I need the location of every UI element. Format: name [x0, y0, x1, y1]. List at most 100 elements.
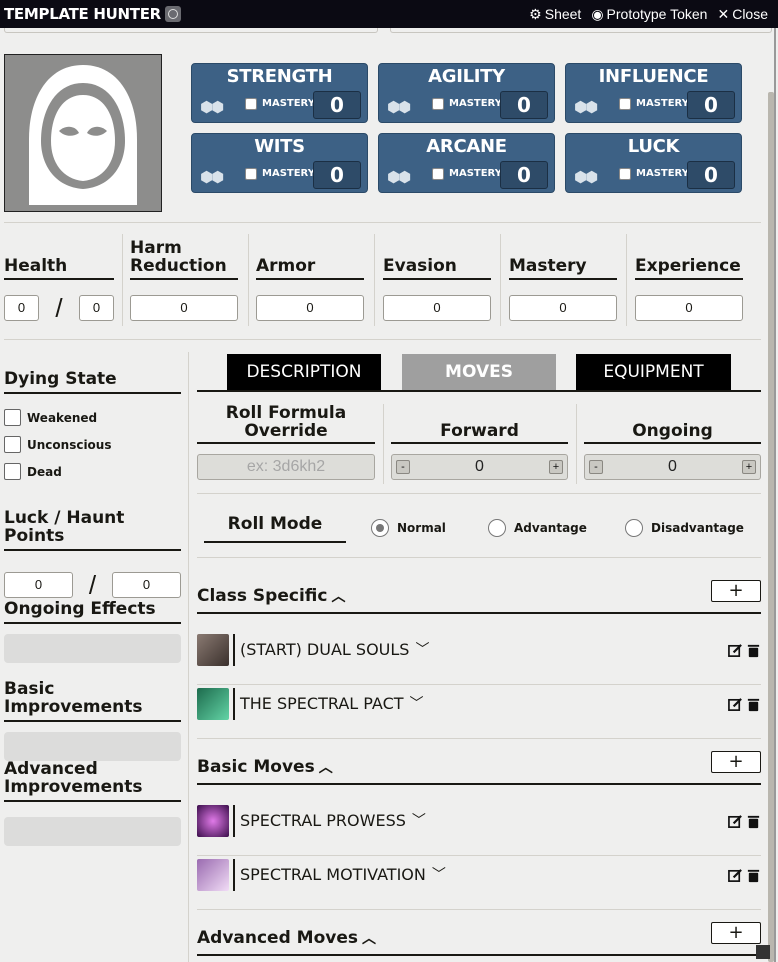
edit-icon[interactable] — [728, 814, 743, 829]
dice-icon[interactable]: ⬢⬢ — [200, 168, 224, 186]
luck-current-input[interactable]: 0 — [4, 572, 73, 598]
class-field-edge[interactable] — [390, 28, 772, 33]
roll-mode-advantage[interactable]: Advantage — [488, 519, 587, 537]
move-item: SPECTRAL MOTIVATION ﹀ — [197, 856, 761, 910]
evasion-input[interactable]: 0 — [383, 295, 491, 321]
luck-max-input[interactable]: 0 — [112, 572, 181, 598]
edit-icon[interactable] — [728, 643, 743, 658]
basic-improvements-field[interactable] — [4, 732, 181, 761]
radio-button[interactable] — [488, 519, 506, 537]
dying-option-weakened[interactable]: Weakened — [4, 404, 181, 431]
forward-increment-button[interactable]: + — [549, 460, 563, 474]
move-actions — [728, 814, 761, 829]
mastery-checkbox[interactable] — [432, 98, 444, 110]
trash-icon[interactable] — [746, 814, 761, 829]
ongoing-decrement-button[interactable]: - — [589, 460, 603, 474]
armor-input[interactable]: 0 — [256, 295, 364, 321]
stat-agility: AGILITY ⬢⬢ MASTERY 0 — [378, 63, 555, 123]
dice-icon[interactable]: ⬢⬢ — [387, 168, 411, 186]
forward-input[interactable]: - 0 + — [391, 454, 568, 480]
stat-value[interactable]: 0 — [687, 161, 735, 189]
gear-icon: ⚙ — [529, 6, 542, 22]
edit-icon[interactable] — [728, 868, 743, 883]
window-titlebar: TEMPLATE HUNTER ⚙ Sheet ◉ Prototype Toke… — [0, 0, 778, 28]
checkbox[interactable] — [4, 409, 21, 426]
dying-option-dead[interactable]: Dead — [4, 458, 181, 485]
section-header[interactable]: Advanced Moves ︿ — [197, 928, 376, 948]
move-name-toggle[interactable]: SPECTRAL MOTIVATION ﹀ — [240, 864, 446, 884]
stat-name[interactable]: LUCK — [566, 136, 741, 157]
stat-value[interactable]: 0 — [500, 91, 548, 119]
move-name-toggle[interactable]: (START) DUAL SOULS ﹀ — [240, 639, 429, 659]
stat-name[interactable]: WITS — [192, 136, 367, 157]
stat-value[interactable]: 0 — [313, 91, 361, 119]
radio-button[interactable] — [625, 519, 643, 537]
ongoing-effects-field[interactable] — [4, 634, 181, 663]
move-item: THE SPECTRAL PACT ﹀ — [197, 685, 761, 739]
dice-icon[interactable]: ⬢⬢ — [574, 168, 598, 186]
checkbox[interactable] — [4, 436, 21, 453]
tab-description[interactable]: DESCRIPTION — [227, 354, 381, 390]
harm-reduction-input[interactable]: 0 — [130, 295, 238, 321]
radio-button[interactable] — [371, 519, 389, 537]
mastery-checkbox[interactable] — [245, 168, 257, 180]
document-id-icon[interactable] — [164, 6, 181, 22]
section-header[interactable]: Class Specific ︿ — [197, 586, 345, 606]
mastery-input[interactable]: 0 — [509, 295, 617, 321]
dying-option-unconscious[interactable]: Unconscious — [4, 431, 181, 458]
character-portrait[interactable] — [4, 54, 162, 212]
stat-name[interactable]: INFLUENCE — [566, 66, 741, 87]
move-thumbnail — [197, 859, 229, 891]
sheet-config-button[interactable]: ⚙ Sheet — [529, 6, 581, 22]
edit-icon[interactable] — [728, 697, 743, 712]
mastery-label: MASTERY — [262, 168, 315, 179]
stat-value[interactable]: 0 — [313, 161, 361, 189]
move-name: THE SPECTRAL PACT — [240, 693, 404, 713]
stat-value[interactable]: 0 — [687, 91, 735, 119]
harm-reduction-label: Harm Reduction — [130, 234, 238, 280]
mastery-checkbox[interactable] — [619, 168, 631, 180]
add-move-button[interactable]: + — [711, 922, 761, 944]
chevron-up-icon: ︿ — [318, 760, 333, 776]
forward-decrement-button[interactable]: - — [396, 460, 410, 474]
experience-input[interactable]: 0 — [635, 295, 743, 321]
close-button[interactable]: ✕ Close — [717, 6, 768, 22]
ongoing-increment-button[interactable]: + — [742, 460, 756, 474]
mastery-checkbox[interactable] — [432, 168, 444, 180]
prototype-token-button[interactable]: ◉ Prototype Token — [591, 6, 707, 22]
ongoing-input[interactable]: - 0 + — [584, 454, 761, 480]
move-name-toggle[interactable]: SPECTRAL PROWESS ﹀ — [240, 810, 426, 830]
chevron-up-icon: ︿ — [362, 931, 377, 947]
stat-name[interactable]: ARCANE — [379, 136, 554, 157]
add-move-button[interactable]: + — [711, 751, 761, 773]
section-header[interactable]: Basic Moves ︿ — [197, 757, 333, 777]
trash-icon[interactable] — [746, 643, 761, 658]
scrollbar[interactable] — [768, 92, 774, 962]
checkbox[interactable] — [4, 463, 21, 480]
mastery-checkbox[interactable] — [245, 98, 257, 110]
resize-handle-icon[interactable] — [756, 945, 770, 959]
move-name-toggle[interactable]: THE SPECTRAL PACT ﹀ — [240, 693, 424, 713]
add-move-button[interactable]: + — [711, 580, 761, 602]
chevron-down-icon: ﹀ — [411, 813, 426, 829]
dice-icon[interactable]: ⬢⬢ — [574, 98, 598, 116]
roll-mode-normal[interactable]: Normal — [371, 519, 446, 537]
dice-icon[interactable]: ⬢⬢ — [200, 98, 224, 116]
roll-formula-input[interactable]: ex: 3d6kh2 — [197, 454, 375, 480]
tab-equipment[interactable]: EQUIPMENT — [576, 354, 731, 390]
roll-mode-disadvantage[interactable]: Disadvantage — [625, 519, 744, 537]
health-current-input[interactable]: 0 — [4, 295, 39, 321]
separator — [233, 634, 235, 666]
divider — [500, 234, 501, 326]
stat-value[interactable]: 0 — [500, 161, 548, 189]
trash-icon[interactable] — [746, 868, 761, 883]
health-max-input[interactable]: 0 — [79, 295, 114, 321]
dice-icon[interactable]: ⬢⬢ — [387, 98, 411, 116]
stat-name[interactable]: AGILITY — [379, 66, 554, 87]
stat-name[interactable]: STRENGTH — [192, 66, 367, 87]
trash-icon[interactable] — [746, 697, 761, 712]
mastery-checkbox[interactable] — [619, 98, 631, 110]
advanced-improvements-field[interactable] — [4, 817, 181, 846]
tab-moves[interactable]: MOVES — [402, 354, 556, 390]
name-field-edge[interactable] — [4, 28, 378, 33]
